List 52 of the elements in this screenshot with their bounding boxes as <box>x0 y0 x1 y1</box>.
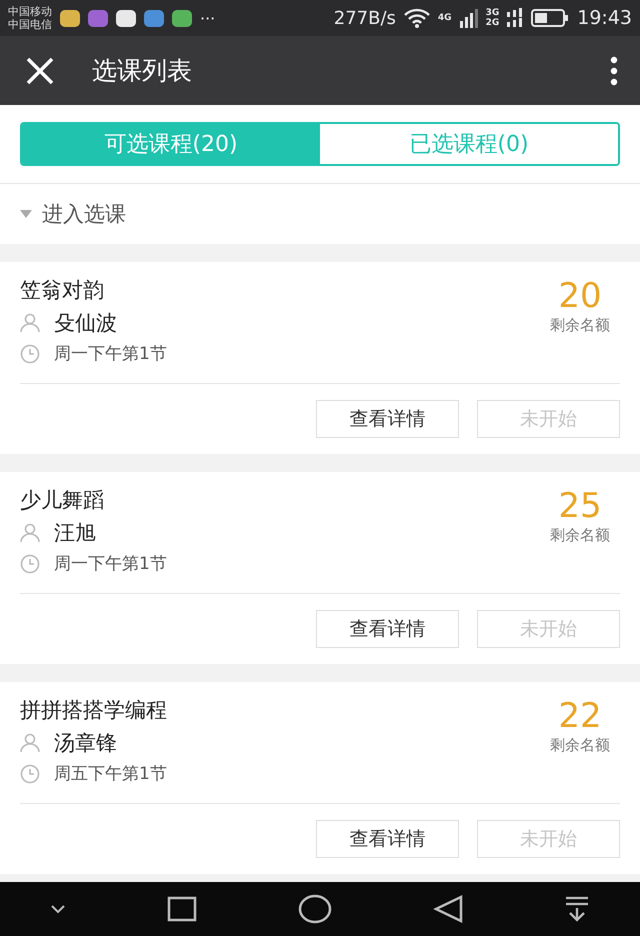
person-icon <box>20 733 40 753</box>
section-label: 进入选课 <box>42 201 126 228</box>
close-icon[interactable] <box>26 56 54 84</box>
chevron-down-icon[interactable] <box>50 904 66 914</box>
teacher-name: 汤章锋 <box>54 730 117 757</box>
course-name: 拼拼搭搭学编程 <box>20 697 168 724</box>
clock-time: 19:43 <box>577 7 632 29</box>
network-type: 4G <box>438 13 452 23</box>
network-type: 2G <box>486 18 500 28</box>
teacher-name: 殳仙波 <box>54 310 117 337</box>
more-menu-icon[interactable] <box>610 56 618 86</box>
remaining-count: 25 <box>558 486 602 526</box>
remaining-label: 剩余名额 <box>550 526 610 545</box>
app-notification-icon <box>60 10 80 26</box>
page-title: 选课列表 <box>92 55 193 87</box>
network-type: 3G <box>486 8 500 18</box>
carrier-name: 中国电信 <box>8 18 52 31</box>
app-notification-icon <box>88 10 108 26</box>
clock-icon <box>20 554 40 574</box>
signal-icon <box>507 8 524 28</box>
clock-icon <box>20 764 40 784</box>
home-circle-icon[interactable] <box>298 894 332 924</box>
remaining-label: 剩余名额 <box>550 316 610 335</box>
more-notifications: ··· <box>200 8 216 28</box>
class-time: 周五下午第1节 <box>54 763 167 785</box>
person-icon <box>20 313 40 333</box>
back-triangle-icon[interactable] <box>432 895 463 923</box>
app-notification-icon <box>144 10 164 26</box>
wifi-icon <box>404 8 430 28</box>
pull-down-icon[interactable] <box>564 896 590 922</box>
course-name: 少儿舞蹈 <box>20 487 105 514</box>
remaining-label: 剩余名额 <box>550 736 610 755</box>
signal-icon <box>460 8 478 28</box>
square-icon[interactable] <box>167 896 198 922</box>
teacher-name: 汪旭 <box>54 520 96 547</box>
clock-icon <box>20 344 40 364</box>
section-toggle[interactable]: 进入选课 <box>0 184 640 244</box>
details-button[interactable]: 查看详情 <box>316 820 459 858</box>
person-icon <box>20 523 40 543</box>
class-time: 周一下午第1节 <box>54 553 167 575</box>
app-notification-icon <box>172 10 192 26</box>
app-notification-icon <box>116 10 136 26</box>
details-button[interactable]: 查看详情 <box>316 400 459 438</box>
remaining-count: 20 <box>558 276 602 316</box>
class-time: 周一下午第1节 <box>54 343 167 365</box>
battery-icon <box>531 9 570 27</box>
course-tab[interactable]: 可选课程(20) <box>22 124 320 164</box>
remaining-count: 22 <box>558 696 602 736</box>
network-speed: 277B/s <box>334 8 396 28</box>
course-name: 笠翁对韵 <box>20 277 105 304</box>
carrier-name: 中国移动 <box>8 5 52 18</box>
details-button[interactable]: 查看详情 <box>316 610 459 648</box>
